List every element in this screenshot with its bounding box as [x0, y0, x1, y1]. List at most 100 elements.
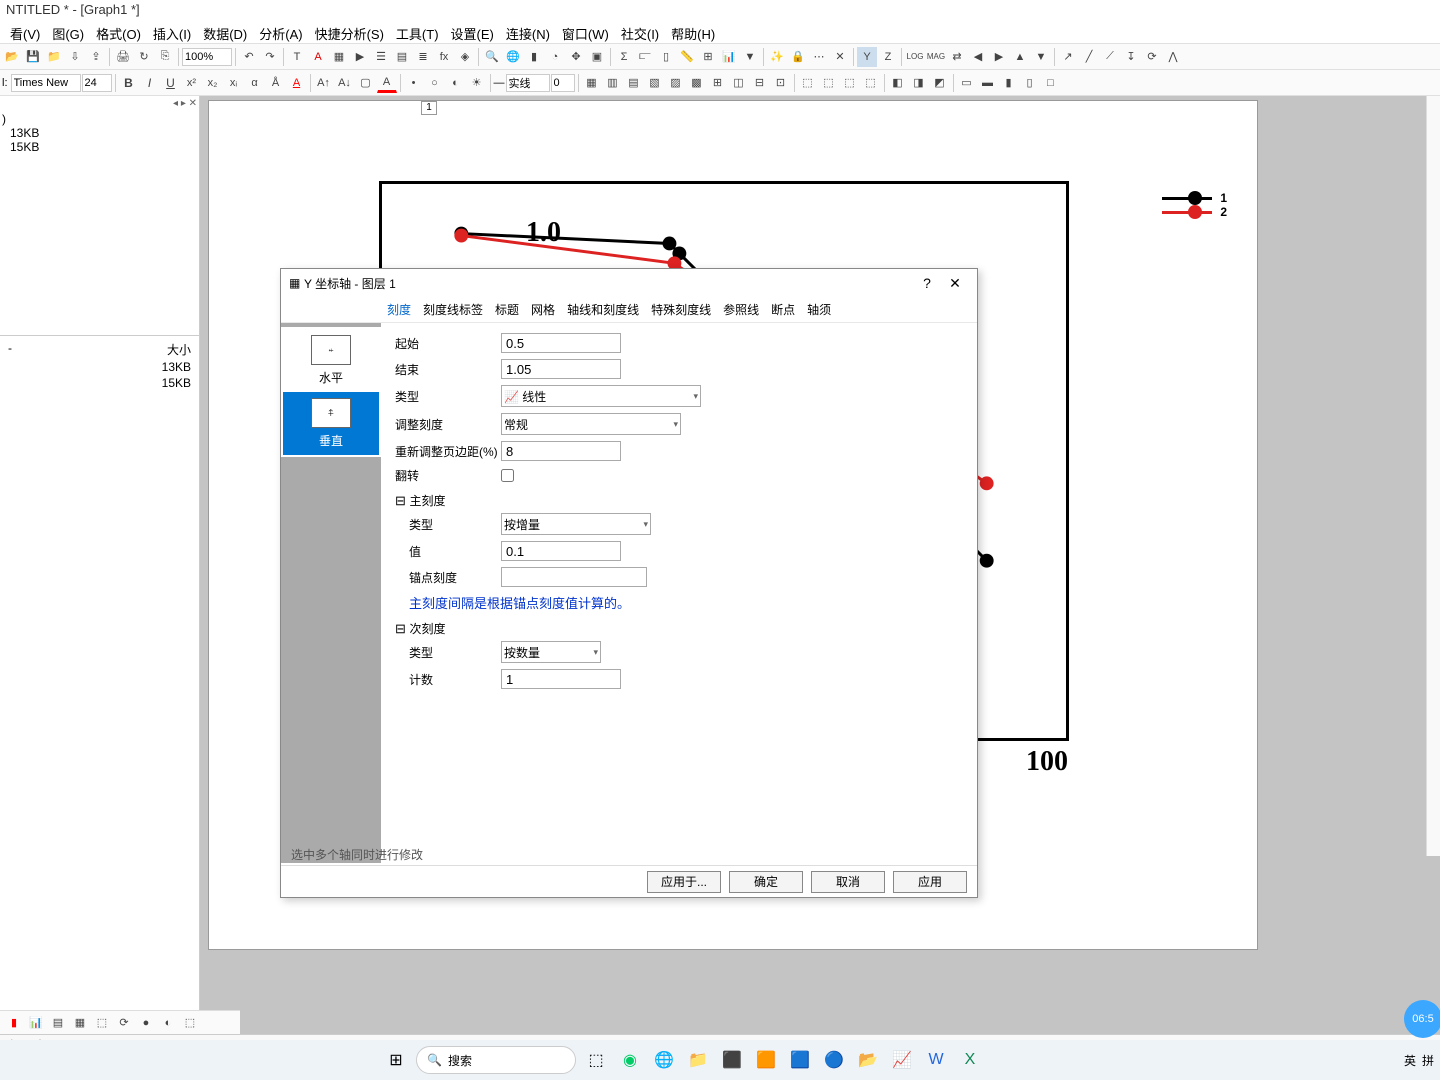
- axis-vertical[interactable]: ⍏垂直: [283, 392, 379, 455]
- menu-connect[interactable]: 连接(N): [500, 22, 556, 43]
- menu-help[interactable]: 帮助(H): [665, 22, 721, 43]
- open-icon[interactable]: 📂: [2, 47, 22, 67]
- sp2-icon[interactable]: ◨: [909, 73, 929, 93]
- anchor-input[interactable]: [501, 567, 647, 587]
- tab-title[interactable]: 标题: [495, 301, 519, 318]
- peak-icon[interactable]: ⋀: [1163, 47, 1183, 67]
- grid4-icon[interactable]: ⊡: [771, 73, 791, 93]
- tab-lineticks[interactable]: 轴线和刻度线: [567, 301, 639, 318]
- menu-graph[interactable]: 图(G): [46, 22, 90, 43]
- menu-insert[interactable]: 插入(I): [147, 22, 197, 43]
- tab-break[interactable]: 断点: [771, 301, 795, 318]
- menu-quick[interactable]: 快捷分析(S): [309, 22, 390, 43]
- layer1-icon[interactable]: ▦: [582, 73, 602, 93]
- linestyle-select[interactable]: [506, 74, 550, 92]
- col-icon[interactable]: ▯: [656, 47, 676, 67]
- list-item[interactable]: 15KB: [4, 375, 195, 391]
- word-icon[interactable]: W: [922, 1046, 950, 1074]
- fx-icon[interactable]: fx: [434, 47, 454, 67]
- w1-icon[interactable]: ▭: [957, 73, 977, 93]
- menu-format[interactable]: 格式(O): [90, 22, 147, 43]
- menu-settings[interactable]: 设置(E): [445, 22, 500, 43]
- edge-icon[interactable]: ◉: [616, 1046, 644, 1074]
- trace-icon[interactable]: ⟳: [1142, 47, 1162, 67]
- merge-icon[interactable]: ⊞: [708, 73, 728, 93]
- pie-icon[interactable]: ◔: [545, 47, 565, 67]
- tree-item[interactable]: 15KB: [2, 140, 197, 154]
- search-box[interactable]: 🔍搜索: [416, 1046, 576, 1074]
- app3-icon[interactable]: 🟦: [786, 1046, 814, 1074]
- line-icon[interactable]: ╱: [1079, 47, 1099, 67]
- mask-icon[interactable]: ▣: [587, 47, 607, 67]
- more-icon[interactable]: ⋯: [809, 47, 829, 67]
- fontcolor-icon[interactable]: A: [287, 73, 307, 93]
- print-icon[interactable]: 🖨: [113, 47, 133, 67]
- right-icon[interactable]: ▶: [989, 47, 1009, 67]
- help-icon[interactable]: ?: [913, 275, 941, 291]
- underline-icon[interactable]: U: [161, 73, 181, 93]
- origin-icon[interactable]: 📈: [888, 1046, 916, 1074]
- list-icon[interactable]: ☰: [371, 47, 391, 67]
- side-panel[interactable]: [1426, 96, 1440, 856]
- cancel-button[interactable]: 取消: [811, 871, 885, 893]
- filter-icon[interactable]: ▼: [740, 47, 760, 67]
- grid3-icon[interactable]: ⊟: [750, 73, 770, 93]
- menu-tools[interactable]: 工具(T): [390, 22, 445, 43]
- export-icon[interactable]: ⇪: [86, 47, 106, 67]
- ime-mode[interactable]: 拼: [1422, 1052, 1434, 1069]
- folder-tb-icon[interactable]: 📂: [854, 1046, 882, 1074]
- mt6-icon[interactable]: ⟳: [114, 1013, 134, 1033]
- tab-ticklabels[interactable]: 刻度线标签: [423, 301, 483, 318]
- text-icon[interactable]: T: [287, 47, 307, 67]
- sp3-icon[interactable]: ◩: [930, 73, 950, 93]
- mt8-icon[interactable]: ◐: [158, 1013, 178, 1033]
- legend[interactable]: 1 2: [1162, 191, 1227, 219]
- folder-icon[interactable]: 📁: [44, 47, 64, 67]
- video-icon[interactable]: ▶: [350, 47, 370, 67]
- mag-icon[interactable]: MAG: [926, 47, 946, 67]
- ok-button[interactable]: 确定: [729, 871, 803, 893]
- save-icon[interactable]: 💾: [23, 47, 43, 67]
- layer3-icon[interactable]: ▤: [624, 73, 644, 93]
- swap-icon[interactable]: ⇄: [947, 47, 967, 67]
- tree-tabs[interactable]: ◂ ▸ ✕: [173, 98, 197, 109]
- log-icon[interactable]: LOG: [905, 47, 925, 67]
- menu-data[interactable]: 数据(D): [197, 22, 253, 43]
- mt9-icon[interactable]: ⬚: [180, 1013, 200, 1033]
- redo-icon[interactable]: ↷: [260, 47, 280, 67]
- bar-icon[interactable]: ▮: [524, 47, 544, 67]
- curve-icon[interactable]: ⟋: [1100, 47, 1120, 67]
- down-icon[interactable]: ▼: [1031, 47, 1051, 67]
- app1-icon[interactable]: ⬛: [718, 1046, 746, 1074]
- arrow-icon[interactable]: ↗: [1058, 47, 1078, 67]
- rescale-select[interactable]: 常规▾: [501, 413, 681, 435]
- import-icon[interactable]: ⇩: [65, 47, 85, 67]
- z-axis-icon[interactable]: Z: [878, 47, 898, 67]
- color-icon[interactable]: A: [308, 47, 328, 67]
- zoom-input[interactable]: [182, 48, 232, 66]
- w4-icon[interactable]: ▯: [1020, 73, 1040, 93]
- refresh-icon[interactable]: ↻: [134, 47, 154, 67]
- point2-icon[interactable]: ○: [425, 73, 445, 93]
- stats-icon[interactable]: ⫍: [635, 47, 655, 67]
- tab-rug[interactable]: 轴须: [807, 301, 831, 318]
- tree-item[interactable]: ): [2, 112, 197, 126]
- fontsize-input[interactable]: [82, 74, 112, 92]
- mt3-icon[interactable]: ▤: [48, 1013, 68, 1033]
- tab-special[interactable]: 特殊刻度线: [651, 301, 711, 318]
- y-axis-icon[interactable]: Y: [857, 47, 877, 67]
- menu-window[interactable]: 窗口(W): [556, 22, 615, 43]
- maj-val-input[interactable]: [501, 541, 621, 561]
- align-icon[interactable]: ⊞: [698, 47, 718, 67]
- inc-icon[interactable]: A↑: [314, 73, 334, 93]
- ext-icon[interactable]: ◫: [729, 73, 749, 93]
- zoomin-icon[interactable]: 🔍: [482, 47, 502, 67]
- w3-icon[interactable]: ▮: [999, 73, 1019, 93]
- net-icon[interactable]: ◈: [455, 47, 475, 67]
- reader-icon[interactable]: ✥: [566, 47, 586, 67]
- files-icon[interactable]: 📁: [684, 1046, 712, 1074]
- mt2-icon[interactable]: 📊: [26, 1013, 46, 1033]
- layer4-icon[interactable]: ▧: [645, 73, 665, 93]
- min-cnt-input[interactable]: [501, 669, 621, 689]
- applyto-button[interactable]: 应用于...: [647, 871, 721, 893]
